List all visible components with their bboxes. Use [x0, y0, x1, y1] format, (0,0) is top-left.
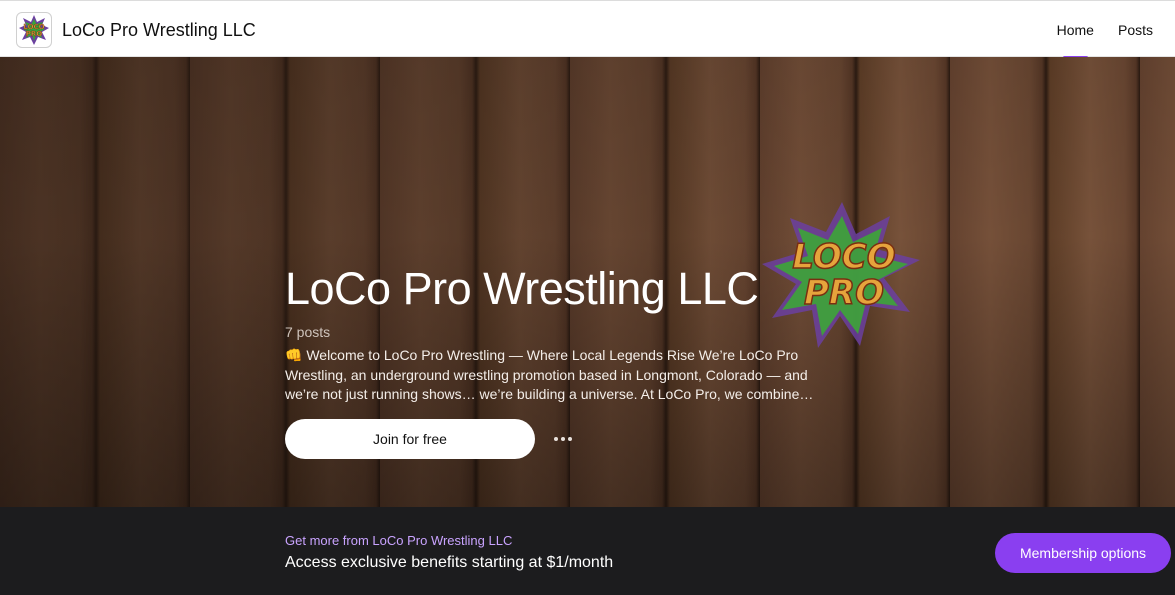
brand[interactable]: LOCO PRO LoCo Pro Wrestling LLC [16, 12, 256, 48]
badge-text-top: LOCO [792, 237, 895, 277]
nav-home[interactable]: Home [1057, 1, 1094, 59]
brand-logo[interactable]: LOCO PRO [16, 12, 52, 48]
creator-description[interactable]: 👊 Welcome to LoCo Pro Wrestling — Where … [285, 346, 825, 405]
main-nav: Home Posts [1057, 1, 1175, 59]
badge-text-bottom: PRO [804, 273, 884, 313]
hero-banner: LOCO PRO LoCo Pro Wrestling LLC 7 posts … [0, 57, 1175, 507]
dot-icon [568, 437, 572, 441]
membership-kicker: Get more from LoCo Pro Wrestling LLC [285, 533, 513, 548]
brand-name[interactable]: LoCo Pro Wrestling LLC [62, 20, 256, 41]
logo-text-bottom: PRO [26, 30, 43, 38]
dot-icon [554, 437, 558, 441]
page-title: LoCo Pro Wrestling LLC [285, 263, 759, 314]
post-count: 7 posts [285, 324, 331, 340]
nav-home-label[interactable]: Home [1057, 22, 1094, 38]
loco-pro-logo-icon: LOCO PRO [19, 15, 49, 45]
nav-posts[interactable]: Posts [1118, 1, 1153, 58]
membership-options-button[interactable]: Membership options [995, 533, 1171, 573]
join-for-free-button[interactable]: Join for free [285, 419, 535, 459]
nav-posts-label[interactable]: Posts [1118, 22, 1153, 38]
dot-icon [561, 437, 565, 441]
membership-text: Access exclusive benefits starting at $1… [285, 554, 614, 571]
more-options-icon[interactable] [550, 429, 576, 449]
loco-pro-badge-icon: LOCO PRO [762, 202, 920, 348]
top-navigation-bar: LOCO PRO LoCo Pro Wrestling LLC Home Pos… [0, 0, 1175, 59]
membership-bar: Get more from LoCo Pro Wrestling LLC Acc… [0, 507, 1175, 595]
